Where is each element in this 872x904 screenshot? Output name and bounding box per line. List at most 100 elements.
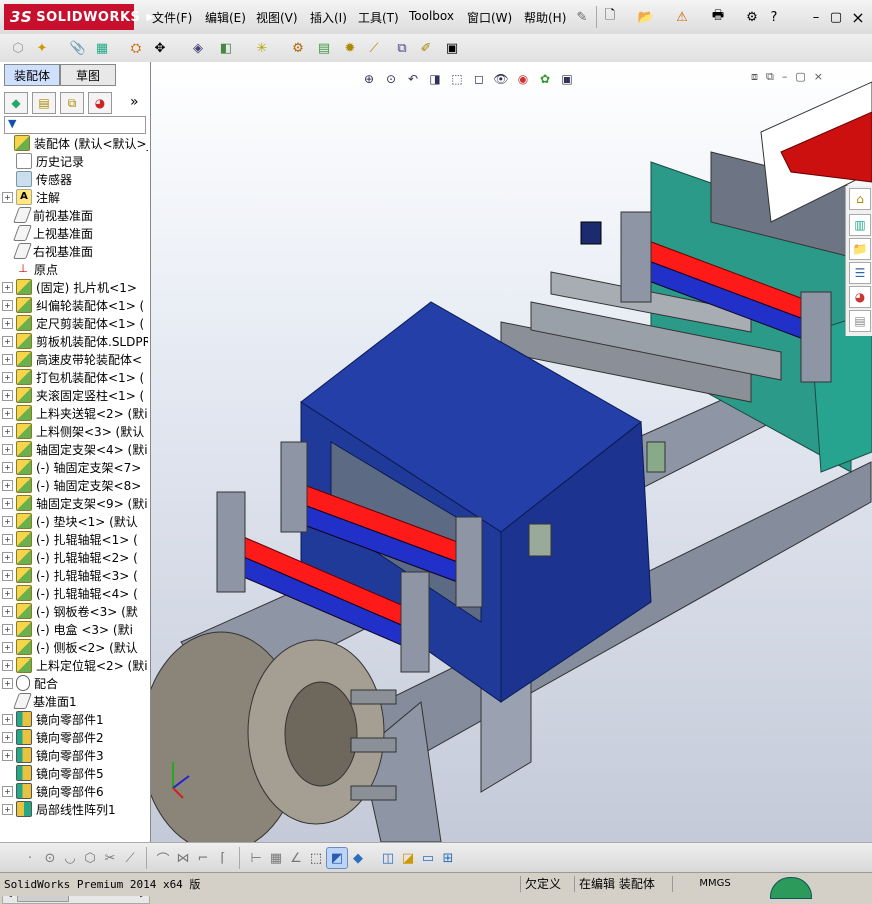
warning-icon[interactable]: ⚠ <box>672 7 692 27</box>
expand-toggle-icon[interactable]: + <box>2 731 13 743</box>
expand-toggle-icon[interactable]: + <box>2 497 13 509</box>
help-icon[interactable]: ? <box>764 7 784 27</box>
expand-toggle-icon[interactable]: + <box>2 641 13 653</box>
menu-insert[interactable]: 插入(I) <box>310 9 347 26</box>
assembly-features-icon[interactable]: ◧ <box>216 38 236 58</box>
section-icon[interactable]: ◫ <box>378 848 398 868</box>
angle-icon[interactable]: ∠ <box>286 848 306 868</box>
move-component-icon[interactable]: ✥ <box>150 38 170 58</box>
tree-item[interactable]: + (-) 垫块<1> (默认 <box>0 512 148 530</box>
insert-component-icon[interactable]: ⬡ <box>8 38 28 58</box>
custom-properties-icon[interactable]: ▤ <box>849 310 871 332</box>
tree-item[interactable]: + 剪板机装配体.SLDPR <box>0 332 148 350</box>
tree-item[interactable]: + 夹滚固定竖柱<1> ( <box>0 386 148 404</box>
design-library-icon[interactable]: ▥ <box>849 214 871 236</box>
expand-toggle-icon[interactable]: + <box>2 515 13 527</box>
graphics-area[interactable]: ⊕ ⊙ ↶ ◨ ⬚ ◻ 👁 ◉ ✿ ▣ ⧈⧉–▢× ⌂ ▥ 📁 ☰ ◕ ▤ <box>151 62 872 842</box>
minimize-button[interactable]: – <box>806 7 826 27</box>
expand-toggle-icon[interactable]: + <box>2 191 13 203</box>
menu-toolbox[interactable]: Toolbox <box>409 9 454 23</box>
expand-toggle-icon[interactable]: + <box>2 587 13 599</box>
tree-item[interactable]: + 高速皮带轮装配体< <box>0 350 148 368</box>
tree-item[interactable]: + 纠偏轮装配体<1> ( <box>0 296 148 314</box>
menu-window[interactable]: 窗口(W) <box>467 9 512 26</box>
tree-item[interactable]: + (-) 轴固定支架<7> <box>0 458 148 476</box>
smart-dimension-icon[interactable]: ⊢ <box>246 848 266 868</box>
menu-file[interactable]: 文件(F) <box>152 9 192 26</box>
expand-toggle-icon[interactable]: + <box>2 533 13 545</box>
tree-item[interactable]: 右视基准面 <box>0 242 148 260</box>
3d-view-icon[interactable]: ⬚ <box>306 848 326 868</box>
single-view-icon[interactable]: ▭ <box>418 848 438 868</box>
tree-item[interactable]: + (-) 扎辊轴辊<1> ( <box>0 530 148 548</box>
view-palette-icon[interactable]: ☰ <box>849 262 871 284</box>
offset-icon[interactable]: ⌒ <box>153 848 173 868</box>
polygon-icon[interactable]: ⬡ <box>80 848 100 868</box>
explode-line-icon[interactable]: ⟋ <box>364 38 384 58</box>
tree-item[interactable]: + (-) 电盒 <3> (默i <box>0 620 148 638</box>
new-part-icon[interactable]: ✦ <box>32 38 52 58</box>
file-explorer-icon[interactable]: 📁 <box>849 238 871 260</box>
large-assembly-icon[interactable]: ▣ <box>442 38 462 58</box>
tree-item[interactable]: + (-) 扎辊轴辊<4> ( <box>0 584 148 602</box>
expand-toggle-icon[interactable]: + <box>2 785 13 797</box>
fillet-icon[interactable]: ⌐ <box>193 848 213 868</box>
tree-item[interactable]: 基准面1 <box>0 692 148 710</box>
expand-toggle-icon[interactable]: + <box>2 605 13 617</box>
trim-icon[interactable]: ✂ <box>100 848 120 868</box>
configuration-manager-icon[interactable]: ⧉ <box>60 92 84 114</box>
shaded-display-icon[interactable]: ◩ <box>326 847 348 869</box>
tree-item[interactable]: + 轴固定支架<4> (默i <box>0 440 148 458</box>
tree-item[interactable]: + 定尺剪装配体<1> ( <box>0 314 148 332</box>
instant3d-icon[interactable]: ✐ <box>416 38 436 58</box>
pin-icon[interactable]: ✎ <box>572 7 592 27</box>
expand-toggle-icon[interactable]: + <box>2 353 13 365</box>
tree-item[interactable]: + (-) 扎辊轴辊<2> ( <box>0 548 148 566</box>
bill-of-materials-icon[interactable]: ▤ <box>314 38 334 58</box>
expand-toggle-icon[interactable]: + <box>2 479 13 491</box>
expand-toggle-icon[interactable]: + <box>2 803 13 815</box>
expand-toggle-icon[interactable]: + <box>2 443 13 455</box>
tree-item[interactable]: + (-) 轴固定支架<8> <box>0 476 148 494</box>
expand-toggle-icon[interactable]: + <box>2 281 13 293</box>
tree-item[interactable]: + (-) 侧板<2> (默认 <box>0 638 148 656</box>
display-manager-icon[interactable]: ◕ <box>88 92 112 114</box>
smart-fasteners-icon[interactable]: ⛭ <box>126 38 146 58</box>
tree-item[interactable]: ⊥ 原点 <box>0 260 148 278</box>
home-icon[interactable]: ⌂ <box>849 188 871 210</box>
menu-view[interactable]: 视图(V) <box>256 9 298 26</box>
expand-toggle-icon[interactable]: + <box>2 461 13 473</box>
interference-icon[interactable]: ⧉ <box>392 38 412 58</box>
expand-toggle-icon[interactable]: + <box>2 407 13 419</box>
mirror-entities-icon[interactable]: ⋈ <box>173 848 193 868</box>
solidworks-logo[interactable]: 3S SOLIDWORKS ▶ <box>4 4 154 30</box>
show-hidden-icon[interactable]: ◈ <box>188 38 208 58</box>
tree-item[interactable]: 前视基准面 <box>0 206 148 224</box>
tree-item[interactable]: 镜向零部件5 <box>0 764 148 782</box>
point-icon[interactable]: · <box>20 848 40 868</box>
mate-icon[interactable]: 📎 <box>68 38 88 58</box>
new-motion-study-icon[interactable]: ⚙ <box>288 38 308 58</box>
menu-edit[interactable]: 编辑(E) <box>205 9 246 26</box>
expand-managers-button[interactable]: » <box>130 94 139 110</box>
expand-toggle-icon[interactable]: + <box>2 623 13 635</box>
expand-toggle-icon[interactable]: + <box>2 317 13 329</box>
property-manager-icon[interactable]: ▤ <box>32 92 56 114</box>
tree-item[interactable]: + 轴固定支架<9> (默i <box>0 494 148 512</box>
tree-item[interactable]: + (固定) 扎片机<1> <box>0 278 148 296</box>
tree-item[interactable]: + 上料侧架<3> (默认 <box>0 422 148 440</box>
tree-item[interactable]: + (-) 扎辊轴辊<3> ( <box>0 566 148 584</box>
reference-geometry-icon[interactable]: ✳ <box>252 38 272 58</box>
tree-filter-input[interactable]: ▼ <box>4 116 146 134</box>
tree-item[interactable]: + 镜向零部件6 <box>0 782 148 800</box>
expand-toggle-icon[interactable]: + <box>2 425 13 437</box>
expand-toggle-icon[interactable]: + <box>2 569 13 581</box>
menu-tools[interactable]: 工具(T) <box>358 9 399 26</box>
expand-toggle-icon[interactable]: + <box>2 713 13 725</box>
close-button[interactable]: × <box>848 7 868 27</box>
tree-item[interactable]: 历史记录 <box>0 152 148 170</box>
linear-pattern-icon[interactable]: ▦ <box>92 38 112 58</box>
expand-toggle-icon[interactable]: + <box>2 749 13 761</box>
tree-item[interactable]: + 上料夹送辊<2> (默i <box>0 404 148 422</box>
tree-item[interactable]: + 配合 <box>0 674 148 692</box>
